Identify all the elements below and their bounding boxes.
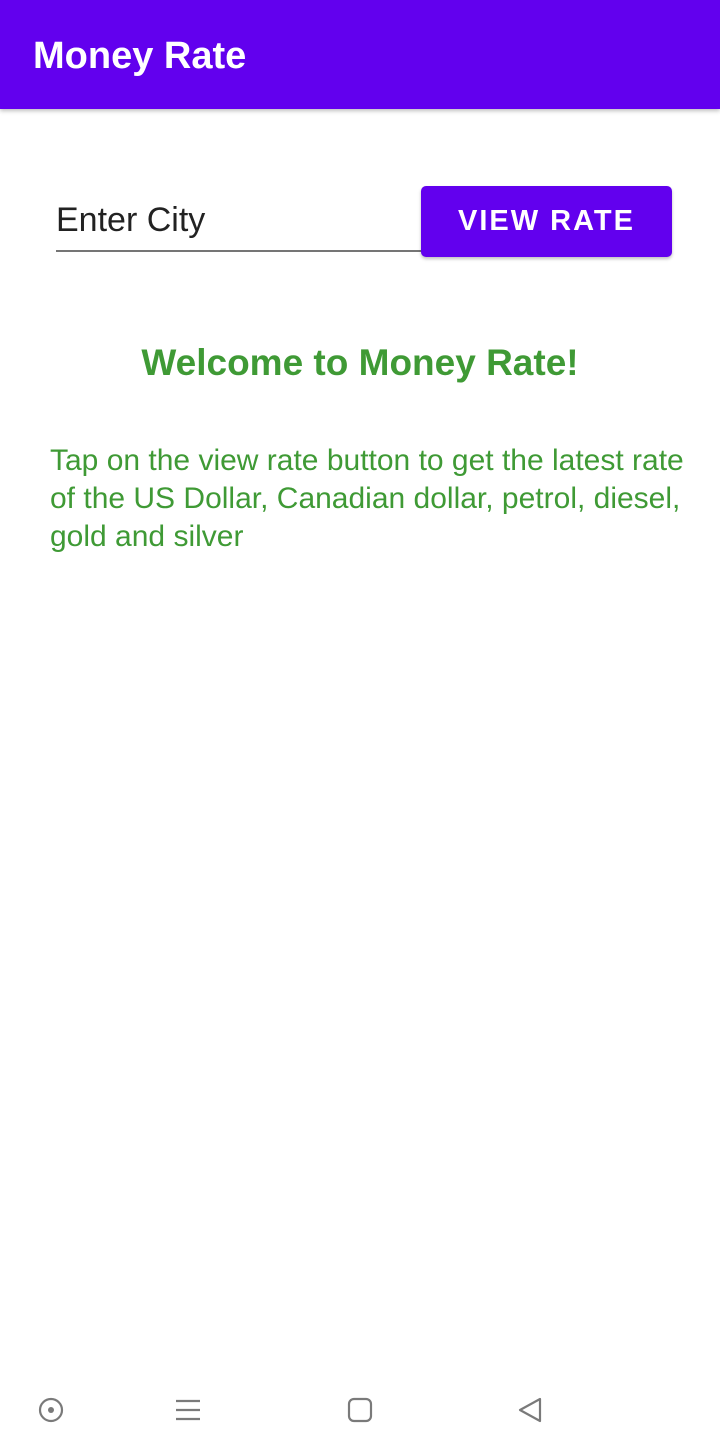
welcome-description: Tap on the view rate button to get the l… <box>50 444 684 553</box>
back-triangle-icon <box>518 1397 542 1423</box>
assistant-button[interactable] <box>21 1380 81 1440</box>
city-input[interactable] <box>56 196 422 252</box>
home-button[interactable] <box>330 1380 390 1440</box>
recent-apps-button[interactable] <box>158 1380 218 1440</box>
app-screen: Money Rate VIEW RATE Welcome to Money Ra… <box>0 0 720 1453</box>
recent-apps-lines-icon <box>176 1399 200 1421</box>
system-navigation-bar <box>0 1380 720 1440</box>
welcome-heading: Welcome to Money Rate! <box>141 342 579 383</box>
view-rate-button[interactable]: VIEW RATE <box>421 186 672 257</box>
home-square-icon <box>347 1397 373 1423</box>
app-title: Money Rate <box>33 35 247 77</box>
app-bar: Money Rate <box>0 0 720 109</box>
back-button[interactable] <box>500 1380 560 1440</box>
assistant-circle-icon <box>38 1397 64 1423</box>
